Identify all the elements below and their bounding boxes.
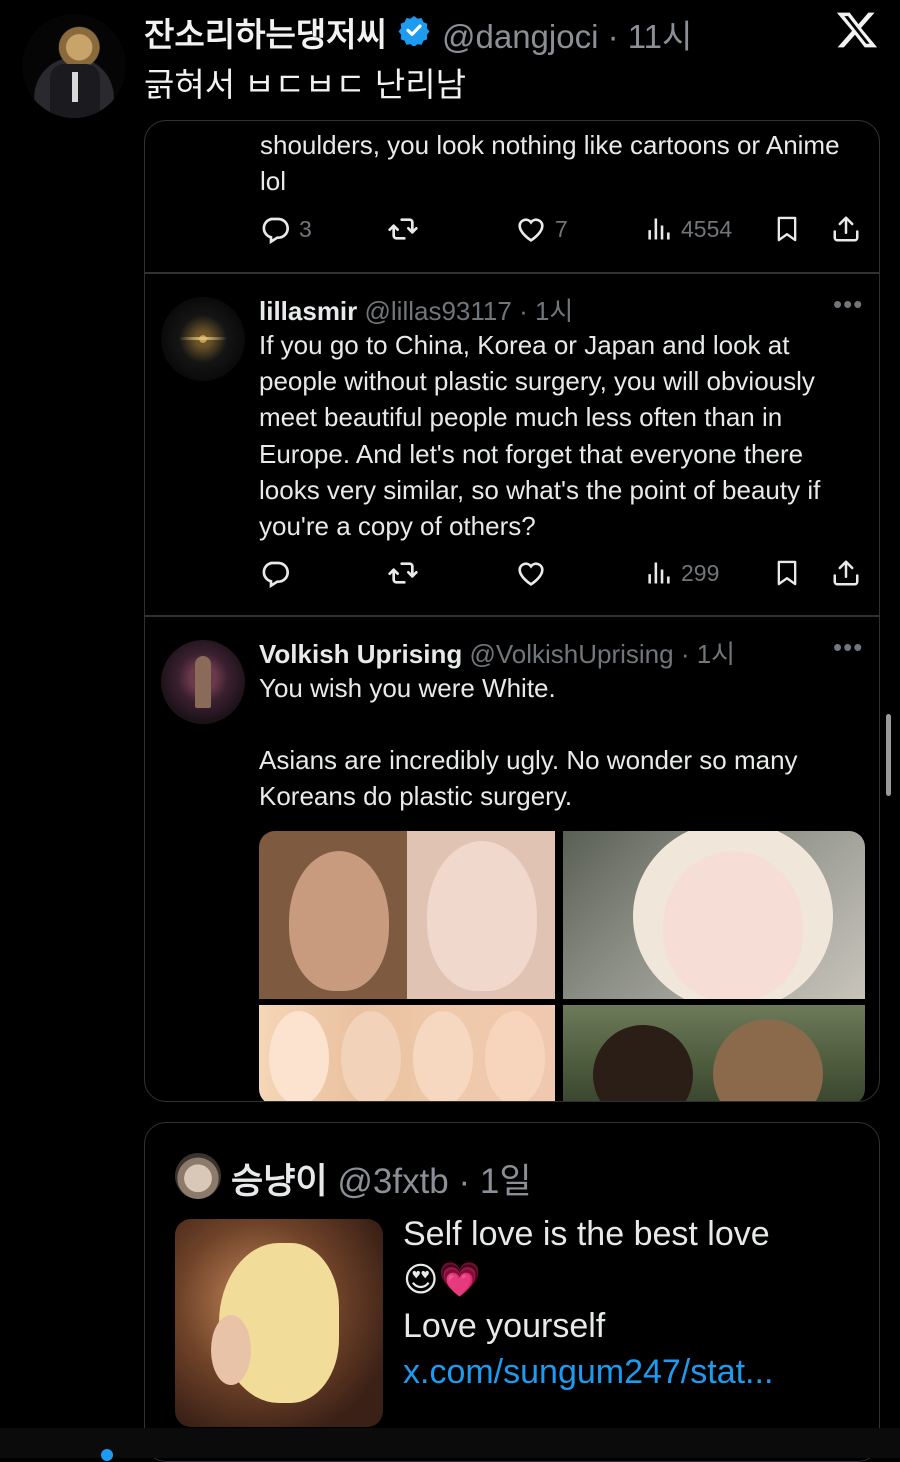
outer-author-name[interactable]: 잔소리하는댕저씨 [144,8,387,56]
quoted-tweet-card[interactable]: 승냥이 @3fxtb · 1일 Self love is the best lo… [144,1122,880,1462]
like-icon [518,562,544,586]
outer-tweet-text: 긁혀서 ㅂㄷㅂㄷ 난리남 [144,66,466,103]
quote-name-line: 승냥이 @3fxtb · 1일 [231,1153,532,1204]
x-logo-icon[interactable] [834,8,880,52]
bookmark-button[interactable] [773,213,801,245]
quote-text-line3: Love yourself x.com/sungum247/stat... [403,1303,873,1395]
reply-count: 3 [299,215,312,242]
photo-group-faces[interactable] [259,1005,555,1101]
views-button[interactable]: 299 [645,557,719,589]
scrollbar[interactable] [886,714,891,796]
photo-two-girls[interactable] [563,1005,865,1101]
bookmark-button[interactable] [773,557,801,589]
quoted-thread-card[interactable]: shoulders, you look nothing like cartoon… [144,120,880,1102]
quote-handle-time[interactable]: @3fxtb · 1일 [337,1162,531,1201]
like-count: 7 [555,215,568,242]
volkish-name-line: Volkish Uprising @VolkishUprising · 1시 [259,634,735,671]
bottom-bar [0,1428,900,1458]
volkish-text-line2: Asians are incredibly ugly. No wonder so… [259,745,798,812]
reply-icon [262,561,289,589]
views-icon [648,218,670,240]
reply-button[interactable] [259,557,291,589]
lillasmir-avatar[interactable] [161,297,245,381]
photo-grid[interactable] [259,831,865,1101]
lillasmir-name[interactable]: lillasmir [259,296,357,326]
photo-before-after[interactable] [259,831,555,999]
share-icon [833,216,859,242]
volkish-avatar[interactable] [161,640,245,724]
retweet-button[interactable] [386,213,420,245]
bookmark-icon [777,216,797,242]
top-reply-text: shoulders, you look nothing like cartoon… [260,130,840,197]
volkish-handle-time[interactable]: @VolkishUprising · 1시 [469,639,735,669]
lillasmir-name-line: lillasmir @lillas93117 · 1시 [259,291,573,328]
quote-thumbnail[interactable] [175,1219,383,1427]
views-icon [648,562,670,584]
verified-badge-icon [398,16,430,46]
share-button[interactable] [831,557,861,589]
lillasmir-actions: 299 [145,557,879,593]
retweet-button[interactable] [386,557,420,589]
divider [145,272,879,274]
quote-author-avatar[interactable] [175,1153,221,1199]
outer-handle-time[interactable]: @dangjoci · 11시 [442,10,692,58]
lillasmir-handle-time[interactable]: @lillas93117 · 1시 [365,296,574,326]
quote-link[interactable]: x.com/sungum247/stat... [403,1353,773,1391]
more-icon[interactable]: ••• [833,632,863,663]
reply-icon [262,217,289,245]
share-button[interactable] [831,213,861,245]
quote-text-line1: Self love is the best love [403,1215,770,1253]
notification-dot-icon [101,1449,113,1461]
views-count: 299 [681,559,720,586]
divider [145,615,879,617]
quote-text-love-yourself: Love yourself [403,1307,606,1345]
outer-author-avatar[interactable] [22,14,126,118]
reply-button[interactable]: 3 [259,213,312,245]
quote-author-name[interactable]: 승냥이 [231,1162,328,1201]
like-icon [518,218,544,242]
like-button[interactable]: 7 [515,213,568,245]
top-reply-actions: 3 7 4554 [145,213,879,249]
volkish-name[interactable]: Volkish Uprising [259,639,462,669]
emoji-heart-eyes-pink-heart-icon: 😍💗 [403,1260,481,1300]
retweet-icon [388,218,418,240]
share-icon [833,560,859,586]
views-button[interactable]: 4554 [645,213,732,245]
retweet-icon [388,562,418,584]
bookmark-icon [777,560,797,586]
more-icon[interactable]: ••• [833,289,863,320]
volkish-text-line1: You wish you were White. [259,673,556,703]
lillasmir-text: If you go to China, Korea or Japan and l… [259,330,821,542]
like-button[interactable] [515,557,547,589]
views-count: 4554 [681,215,733,242]
photo-blonde-portrait[interactable] [563,831,865,999]
